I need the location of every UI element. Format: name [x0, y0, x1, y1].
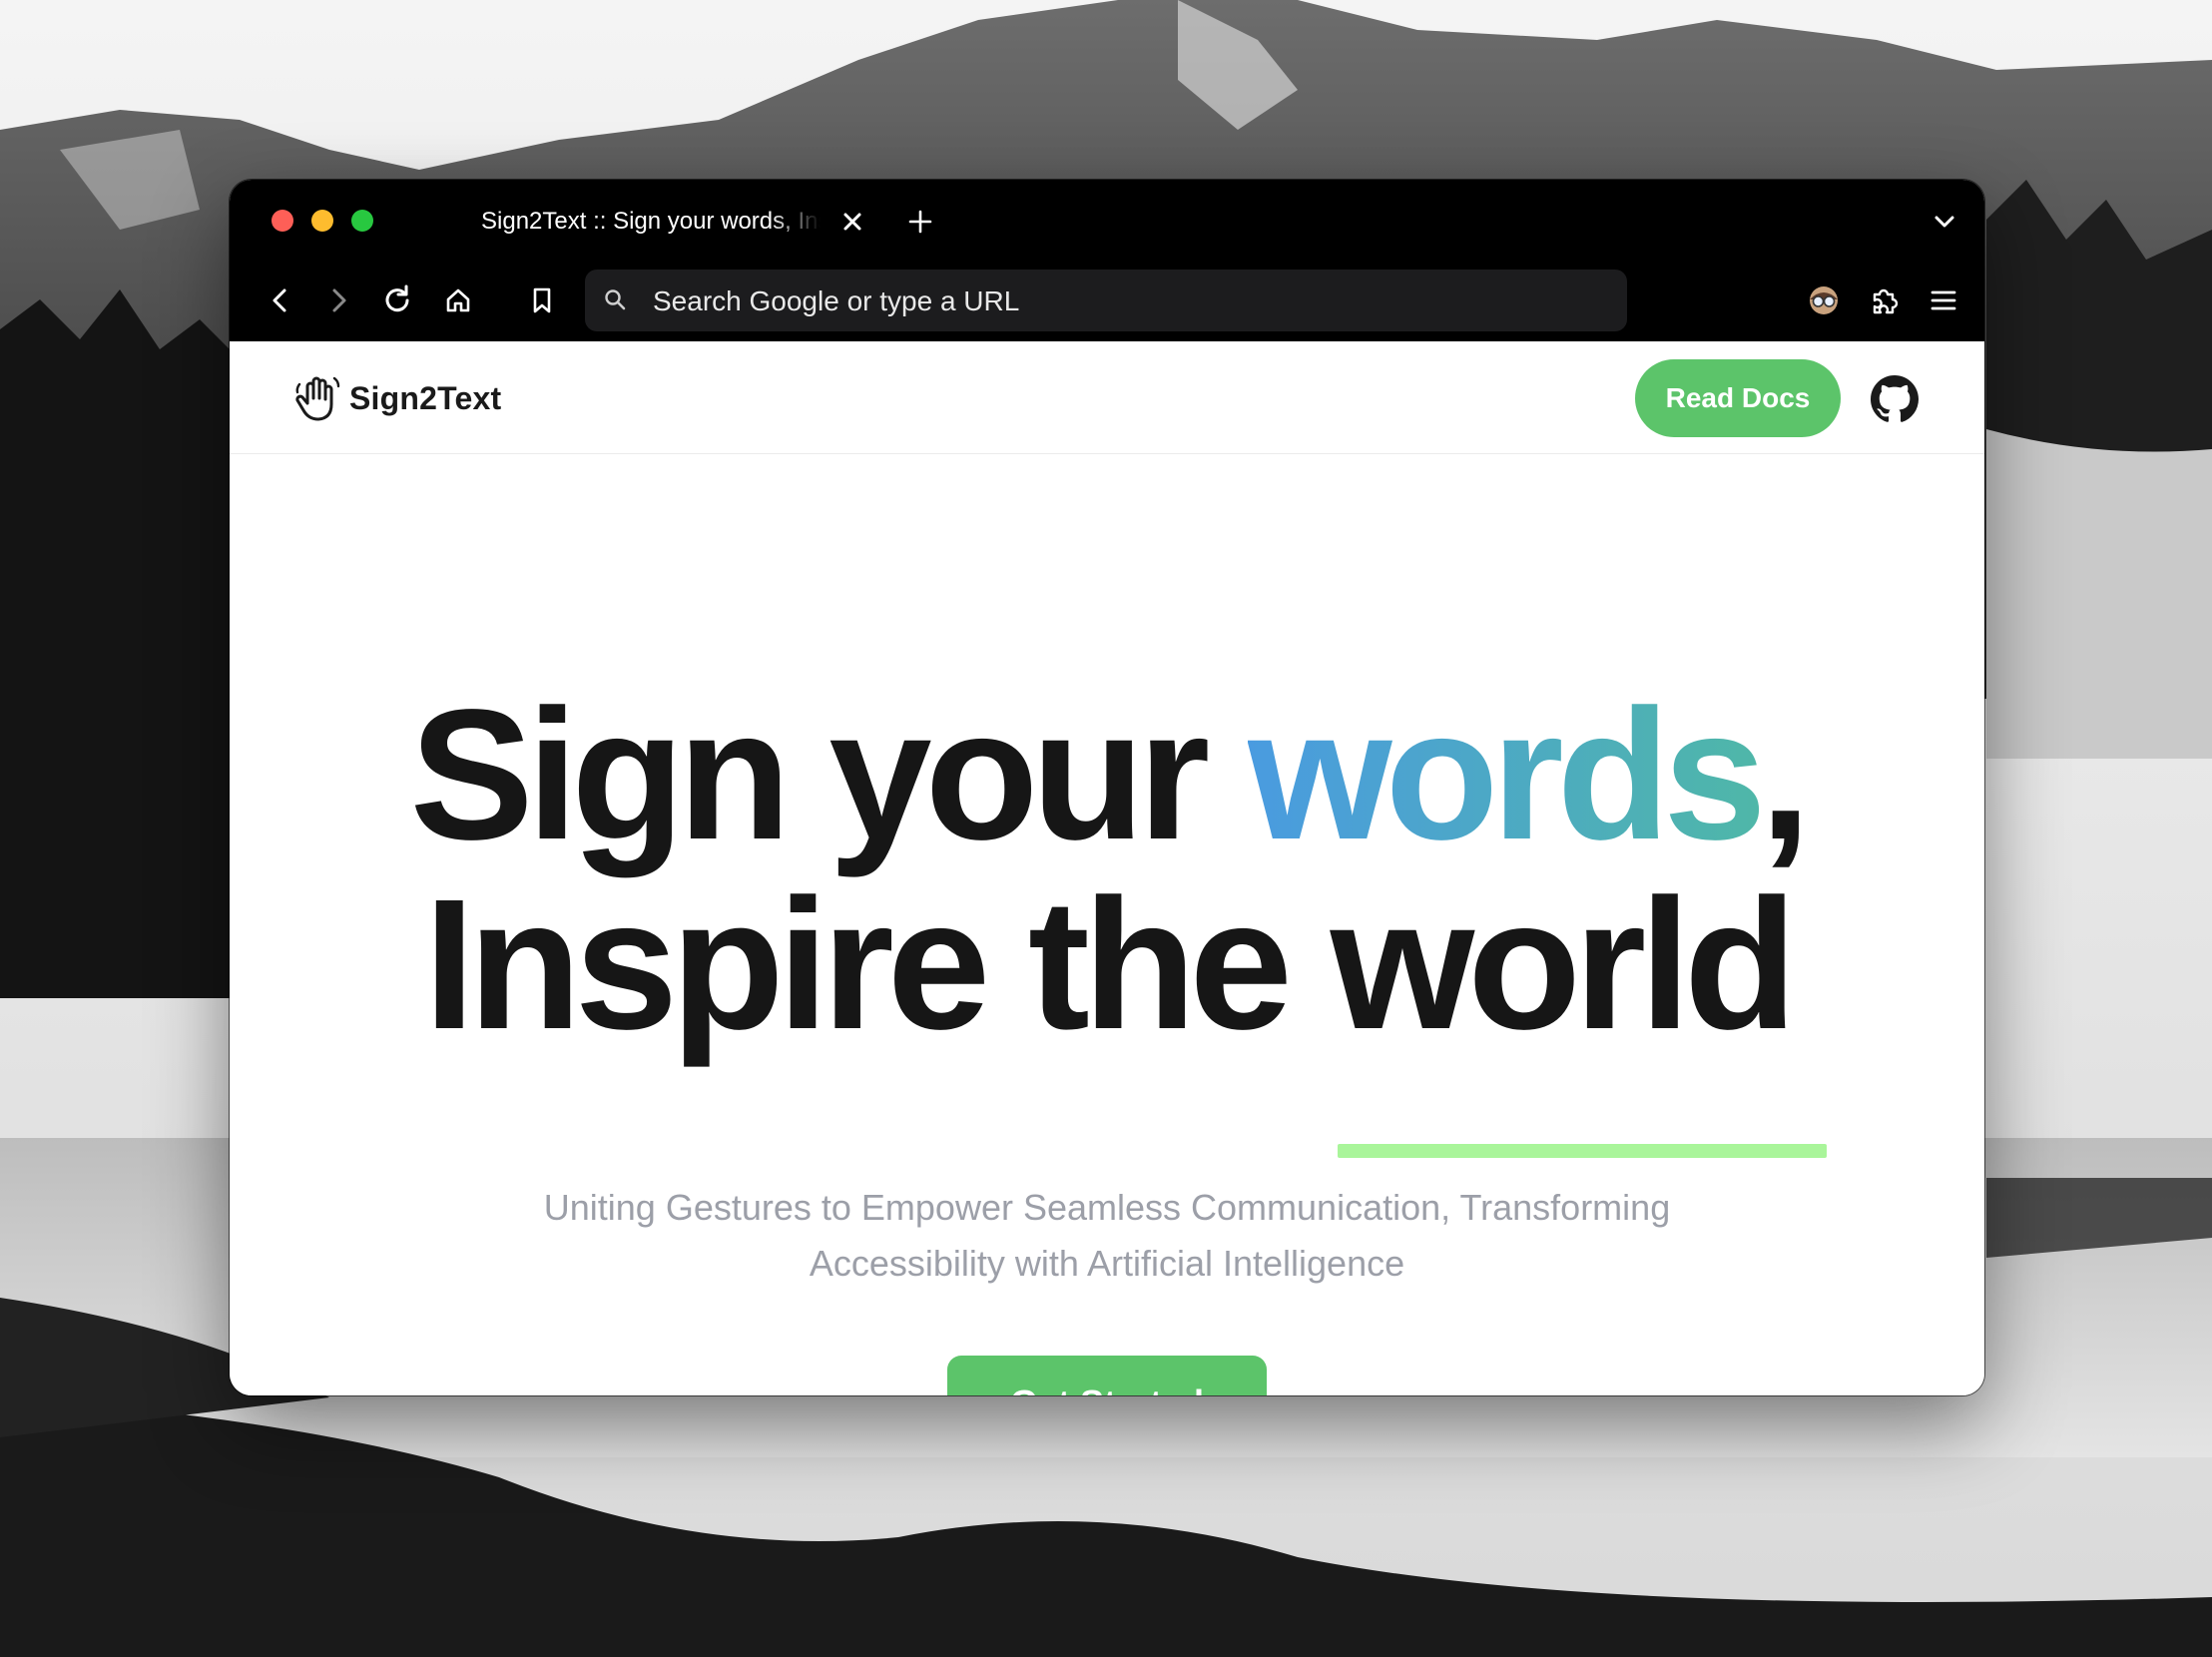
close-window-button[interactable]	[272, 210, 293, 232]
headline-underline-accent	[1338, 1144, 1827, 1158]
site-header: Sign2Text Read Docs	[230, 341, 1984, 454]
forward-icon[interactable]	[315, 277, 361, 323]
hero-headline-line-2: Inspire the world	[423, 861, 1797, 1068]
hero-headline-line-1: Sign your words,	[230, 681, 1984, 870]
tab-title[interactable]: Sign2Text :: Sign your words, Inspire th…	[481, 206, 821, 238]
hero-subtitle: Uniting Gestures to Empower Seamless Com…	[543, 1187, 1671, 1284]
hero-line-1-suffix: ,	[1759, 672, 1812, 878]
browser-toolbar	[230, 260, 1984, 341]
browser-window: Sign2Text :: Sign your words, Inspire th…	[230, 180, 1984, 1395]
minimize-window-button[interactable]	[311, 210, 333, 232]
site-logo[interactable]: Sign2Text	[291, 371, 501, 425]
close-tab-icon[interactable]	[834, 204, 870, 240]
read-docs-button[interactable]: Read Docs	[1635, 359, 1841, 437]
reload-icon[interactable]	[375, 277, 421, 323]
github-icon[interactable]	[1871, 375, 1919, 423]
browser-titlebar: Sign2Text :: Sign your words, Inspire th…	[230, 180, 1984, 260]
hero-accent-word: words	[1247, 672, 1767, 878]
new-tab-icon[interactable]	[900, 202, 940, 242]
chevron-down-icon[interactable]	[1925, 202, 1964, 242]
profile-avatar-icon[interactable]	[1801, 277, 1847, 323]
back-icon[interactable]	[258, 277, 303, 323]
brand-name: Sign2Text	[349, 379, 502, 416]
extensions-puzzle-icon[interactable]	[1861, 277, 1907, 323]
web-page: Sign2Text Read Docs Sign your words, Ins…	[230, 341, 1984, 1395]
maximize-window-button[interactable]	[351, 210, 373, 232]
search-icon	[605, 289, 626, 310]
hero-line-1-prefix: Sign your	[409, 672, 1248, 878]
bookmark-icon[interactable]	[519, 277, 565, 323]
waving-hand-icon	[295, 376, 340, 421]
address-input[interactable]	[651, 270, 1593, 333]
address-bar[interactable]	[585, 270, 1627, 333]
home-icon[interactable]	[435, 277, 481, 323]
menu-icon[interactable]	[1921, 277, 1966, 323]
get-started-button[interactable]: Get Started	[947, 1356, 1267, 1395]
